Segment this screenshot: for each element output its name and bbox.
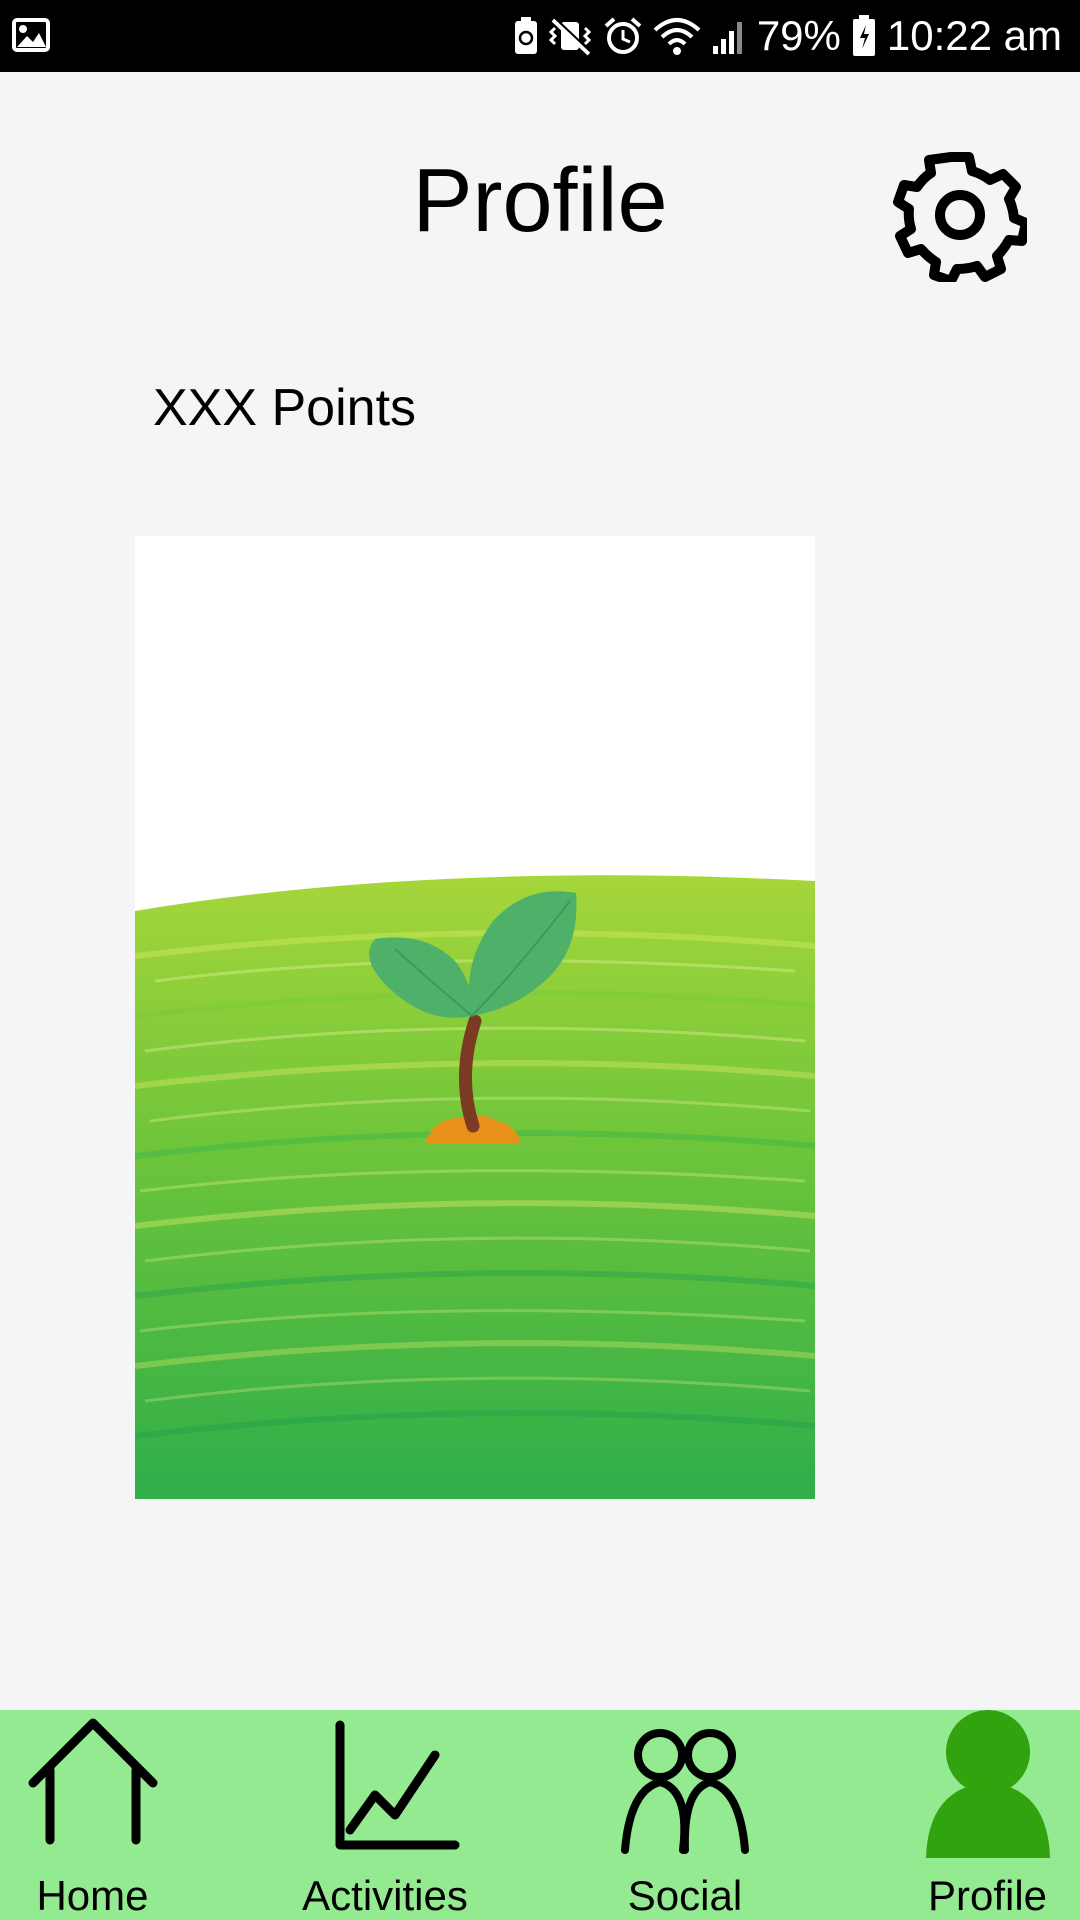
battery-percent: 79% bbox=[756, 12, 841, 59]
gallery-icon bbox=[12, 18, 50, 52]
vibrate-mute-icon bbox=[548, 17, 592, 56]
people-icon bbox=[621, 1729, 749, 1854]
nav-activities-label: Activities bbox=[302, 1872, 468, 1919]
home-icon bbox=[28, 1718, 157, 1845]
nav-social[interactable]: Social bbox=[600, 1710, 770, 1920]
settings-button[interactable] bbox=[893, 148, 1031, 286]
alarm-icon bbox=[604, 17, 642, 54]
points-label: XXX Points bbox=[153, 379, 417, 437]
status-bar: 79% 10:22 am bbox=[0, 0, 1080, 72]
person-icon bbox=[925, 1710, 1050, 1858]
battery-icon bbox=[852, 15, 875, 56]
status-icons: 79% 10:22 am bbox=[513, 0, 1062, 72]
line-chart-icon bbox=[335, 1720, 460, 1850]
nav-activities[interactable]: Activities bbox=[290, 1710, 480, 1920]
nav-home-label: Home bbox=[36, 1872, 149, 1919]
battery-saver-icon bbox=[514, 17, 537, 54]
gear-icon bbox=[893, 152, 1031, 286]
sprout-illustration bbox=[135, 536, 815, 1499]
signal-icon bbox=[712, 22, 742, 54]
nav-profile-label: Profile bbox=[927, 1872, 1048, 1919]
nav-profile[interactable]: Profile bbox=[905, 1710, 1070, 1920]
clock: 10:22 am bbox=[886, 12, 1062, 59]
nav-social-label: Social bbox=[627, 1872, 743, 1919]
bottom-navigation: Home Activities Social Profile bbox=[0, 1710, 1080, 1920]
wifi-icon bbox=[653, 18, 701, 55]
nav-home[interactable]: Home bbox=[10, 1710, 175, 1920]
plant-image bbox=[135, 536, 815, 1499]
